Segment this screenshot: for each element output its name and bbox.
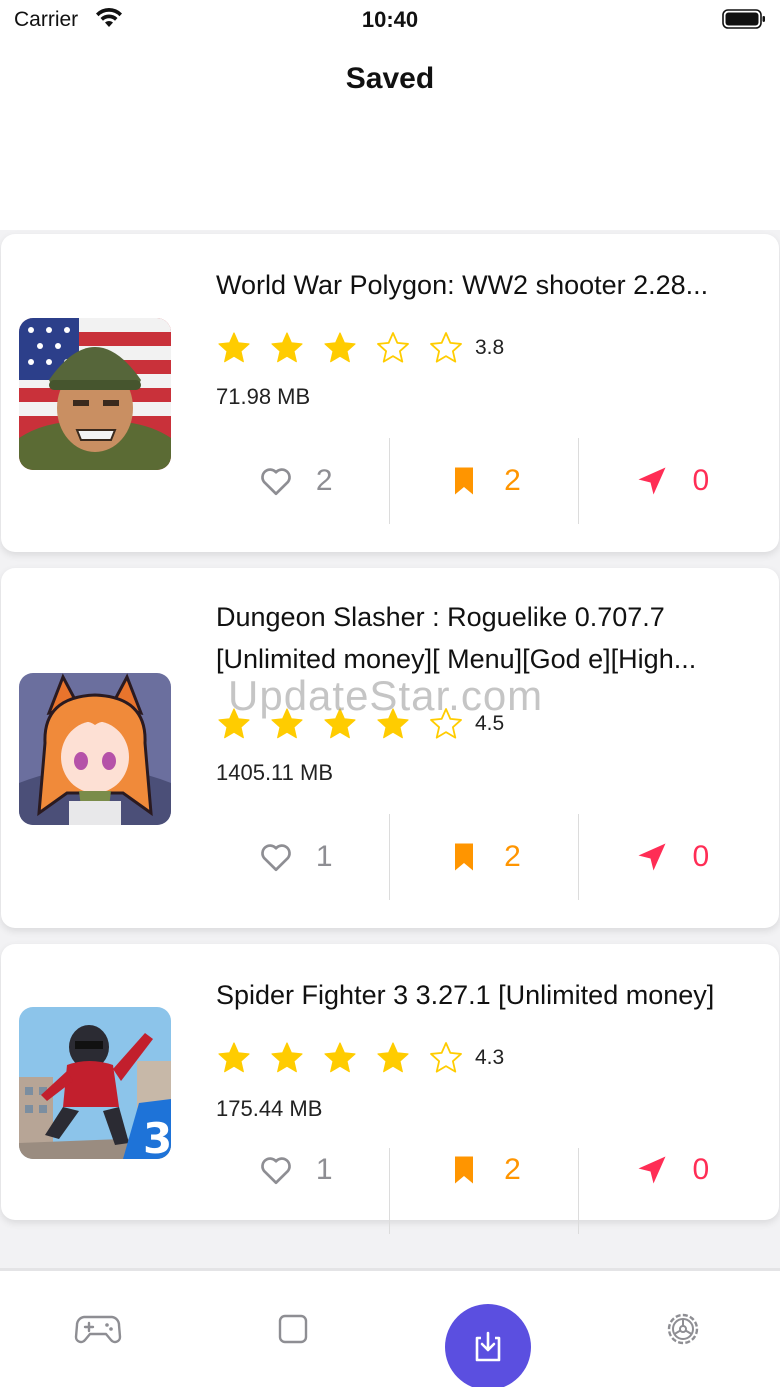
star-icon [216,330,252,366]
like-button[interactable]: 2 [201,438,389,524]
file-size: 175.44 MB [216,1096,323,1121]
paper-plane-icon [638,467,666,495]
game-card[interactable]: Dungeon Slasher : Roguelike 0.707.7 [Unl… [1,568,779,928]
spider-fighter-game-icon: 3 [19,1007,171,1159]
like-count: 2 [315,464,333,497]
game-thumbnail[interactable] [19,673,171,825]
navigation-bar: Saved [0,40,780,230]
save-button[interactable]: 2 [389,814,577,900]
save-count: 2 [504,464,521,497]
game-title[interactable]: World War Polygon: WW2 shooter 2.28... [216,264,756,306]
heart-icon [261,468,291,496]
gamepad-icon [74,1315,121,1344]
game-thumbnail[interactable]: 3 [19,1007,171,1159]
star-icon [322,330,358,366]
heart-icon [261,1157,291,1185]
battery-icon [722,9,765,29]
rating-value: 4.3 [475,1046,505,1069]
game-title-line: Dungeon Slasher : Roguelike 0.707.7 [216,602,665,632]
share-button[interactable]: 0 [577,814,766,900]
game-title[interactable]: Dungeon Slasher : Roguelike 0.707.7 [Unl… [216,596,756,680]
save-button[interactable]: 2 [389,438,577,524]
rating-value: 3.8 [475,336,505,359]
soldier-game-icon [19,318,171,470]
download-tray-icon [475,1331,500,1362]
file-size: 71.98 MB [216,384,311,409]
share-button[interactable]: 0 [577,438,766,524]
card-actions: 2 2 0 [201,438,766,524]
save-button[interactable]: 2 [389,1148,577,1234]
save-count: 2 [504,840,521,873]
gear-icon [667,1313,698,1345]
file-size: 1405.11 MB [216,760,334,785]
game-title-line: World War Polygon: WW2 shooter 2.28... [216,270,709,300]
game-card[interactable]: World War Polygon: WW2 shooter 2.28... 3… [1,234,779,552]
star-icon [322,706,358,742]
star-rating: 4.5 [216,704,504,744]
share-count: 0 [692,840,710,873]
bookmark-icon [455,843,474,871]
star-rating: 3.8 [216,328,504,368]
star-icon [269,706,305,742]
star-icon [428,330,464,366]
game-title-line: Spider Fighter 3 3.27.1 [Unlimited money… [216,980,715,1010]
rating-value: 4.5 [475,712,505,735]
share-count: 0 [692,1153,710,1186]
tab-settings[interactable] [585,1271,780,1387]
tab-apps[interactable] [195,1271,390,1387]
star-icon [375,706,411,742]
bookmark-icon [455,1156,474,1184]
heart-icon [261,844,291,872]
star-icon [322,1040,358,1076]
like-button[interactable]: 1 [201,814,389,900]
tab-bar [0,1268,780,1387]
like-count: 1 [315,1153,333,1186]
game-thumbnail[interactable] [19,318,171,470]
square-icon [278,1314,307,1344]
share-count: 0 [692,464,710,497]
like-count: 1 [315,840,333,873]
card-actions: 1 2 0 [201,1148,766,1234]
share-button[interactable]: 0 [577,1148,766,1234]
star-icon [428,706,464,742]
star-icon [375,1040,411,1076]
star-icon [428,1040,464,1076]
star-icon [216,706,252,742]
status-bar: Carrier 10:40 [0,0,780,40]
page-title: Saved [345,62,435,95]
game-title-line: [Unlimited money][ Menu][God e][High... [216,644,697,674]
clock: 10:40 [361,7,419,32]
card-actions: 1 2 0 [201,814,766,900]
tab-active-indicator [444,1304,531,1387]
game-title[interactable]: Spider Fighter 3 3.27.1 [Unlimited money… [216,974,756,1016]
star-icon [216,1040,252,1076]
game-card[interactable]: 3 Spider Fighter 3 3.27.1 [Unlimited mon… [1,944,779,1234]
save-count: 2 [504,1153,521,1186]
tab-saved[interactable] [390,1271,585,1387]
paper-plane-icon [638,1156,666,1184]
fox-girl-game-icon [19,673,171,825]
like-button[interactable]: 1 [201,1148,389,1192]
bookmark-icon [455,467,474,495]
paper-plane-icon [638,843,666,871]
star-icon [375,330,411,366]
svg-text:3: 3 [143,1114,171,1159]
star-rating: 4.3 [216,1038,504,1078]
tab-games[interactable] [0,1271,195,1387]
star-icon [269,1040,305,1076]
star-icon [269,330,305,366]
